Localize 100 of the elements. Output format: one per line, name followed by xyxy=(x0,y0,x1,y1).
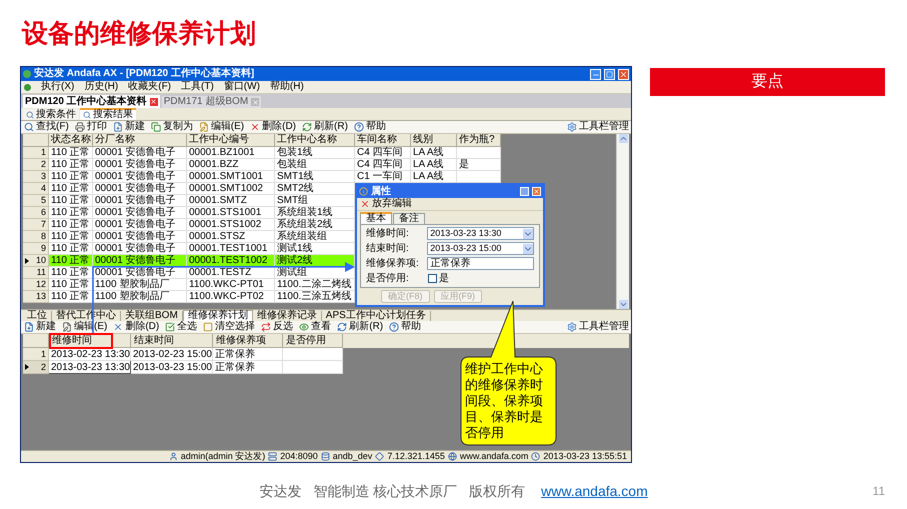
toolbar-button[interactable]: 查找(F) xyxy=(23,121,70,133)
toolbar-manager-button[interactable]: 工具栏管理 xyxy=(567,121,629,133)
column-header[interactable]: 作为瓶? xyxy=(457,134,501,147)
database-icon xyxy=(320,452,330,461)
settings-icon xyxy=(567,122,577,132)
row-number: 1 xyxy=(40,348,46,360)
search-tab[interactable]: 搜索结果 xyxy=(80,108,136,120)
menu-item[interactable]: 历史(H) xyxy=(84,81,118,93)
toolbar-button[interactable]: 删除(D) xyxy=(249,121,298,133)
row-header-cell[interactable]: 2 xyxy=(23,361,49,374)
toolbar-button[interactable]: 刷新(R) xyxy=(301,121,349,133)
status-text: andb_dev xyxy=(332,451,372,462)
discard-edit-button[interactable]: 放弃编辑 xyxy=(360,198,412,210)
scroll-up-icon[interactable] xyxy=(618,134,628,143)
toolbar-button[interactable]: 清空选择 xyxy=(202,321,256,333)
dialog-tab[interactable]: 备注 xyxy=(393,213,425,224)
table-row[interactable]: 3 110 正常 00001 安德鲁电子 00001.SMT1001 SMT1线 C1 一车间 LA A线 xyxy=(23,171,501,183)
table-cell: 1100 塑胶制品厂 xyxy=(93,291,187,303)
checked-box-icon xyxy=(165,322,176,332)
checkbox[interactable] xyxy=(428,274,437,283)
toolbar-button[interactable]: 新建 xyxy=(23,321,57,333)
scroll-down-icon[interactable] xyxy=(618,300,628,309)
table-cell xyxy=(283,361,343,374)
toolbar-button[interactable]: 帮助 xyxy=(352,121,387,133)
toolbar-button[interactable]: 编辑(E) xyxy=(198,121,246,133)
tab-close-icon[interactable] xyxy=(150,98,158,106)
user-icon xyxy=(168,452,178,461)
toolbar-button[interactable]: 全选 xyxy=(164,321,198,333)
header-cell xyxy=(23,334,49,348)
new-file-icon xyxy=(24,322,34,332)
scrollbar[interactable] xyxy=(616,134,629,309)
column-header[interactable]: 线别 xyxy=(411,134,457,147)
header-cell xyxy=(23,134,49,147)
close-button[interactable] xyxy=(532,187,541,196)
column-header[interactable]: 是否停用 xyxy=(283,334,343,348)
search-tab[interactable]: 搜索条件 xyxy=(23,109,79,120)
toolbar-button[interactable]: 反选 xyxy=(260,321,294,333)
menu-item[interactable]: 帮助(H) xyxy=(270,81,304,93)
menu-item[interactable]: 执行(X) xyxy=(41,81,74,93)
dialog-tab[interactable]: 基本 xyxy=(360,212,392,224)
toolbar-button[interactable]: 新建 xyxy=(112,121,146,133)
search-icon xyxy=(24,122,34,132)
table-row[interactable]: 1 110 正常 00001 安德鲁电子 00001.BZ1001 包装1线 C4 四车间 LA A线 xyxy=(23,147,501,159)
document-tab[interactable]: PDM171 超级BOM xyxy=(162,96,262,108)
new-file-icon xyxy=(112,122,123,132)
toolbar-button[interactable]: 打印 xyxy=(74,121,108,133)
menu-item[interactable]: 窗口(W) xyxy=(224,81,260,93)
row-number: 10 xyxy=(36,255,46,266)
eye-icon xyxy=(299,322,310,332)
close-icon xyxy=(252,98,259,106)
dropdown-icon[interactable] xyxy=(523,228,533,238)
minimize-button[interactable] xyxy=(590,68,601,80)
footer-link[interactable]: www.andafa.com xyxy=(541,482,648,500)
column-header[interactable]: 分厂名称 xyxy=(93,134,187,147)
toolbar-button[interactable]: 帮助 xyxy=(388,321,422,333)
status-text: admin(admin 安达发) xyxy=(180,451,266,462)
status-text: 204:8090 xyxy=(280,451,318,462)
table-cell: 2013-03-23 15:00 xyxy=(131,361,213,374)
input-field[interactable]: 正常保养 xyxy=(427,257,534,270)
edit-file-icon xyxy=(62,322,72,332)
row-number: 9 xyxy=(40,243,46,254)
menu-item[interactable]: 收藏夹(F) xyxy=(128,81,172,93)
row-number: 11 xyxy=(36,267,46,278)
close-button[interactable] xyxy=(618,68,629,80)
restore-button[interactable] xyxy=(604,68,615,80)
toolbar-button[interactable]: 删除(D) xyxy=(112,321,160,333)
detail-tab[interactable]: 维修保养计划 xyxy=(182,310,253,321)
column-header[interactable]: 状态名称 xyxy=(49,134,93,147)
toolbar-button[interactable]: 查看 xyxy=(298,321,332,333)
refresh-icon xyxy=(302,122,312,132)
column-header[interactable]: 工作中心名称 xyxy=(275,134,355,147)
table-row[interactable]: 2 110 正常 00001 安德鲁电子 00001.BZZ 包装组 C4 四车间 LA A线 是 xyxy=(23,159,501,171)
table-cell: 110 正常 xyxy=(49,291,93,303)
footer-text: 智能制造 核心技术原厂 xyxy=(313,482,458,500)
toolbar-button[interactable]: 刷新(R) xyxy=(336,321,384,333)
date-dropdown[interactable]: 2013-03-23 13:30 xyxy=(427,227,534,240)
footer-text: 安达发 xyxy=(259,482,302,500)
menu-item[interactable]: 工具(T) xyxy=(181,81,214,93)
refresh-icon xyxy=(337,322,348,332)
table-cell: 正常保养 xyxy=(213,348,283,361)
dropdown-icon[interactable] xyxy=(523,244,533,254)
column-header[interactable]: 维修保养项 xyxy=(213,334,283,348)
toolbar-manager-button[interactable]: 工具栏管理 xyxy=(567,321,629,333)
delete-icon xyxy=(360,199,370,209)
delete-icon xyxy=(250,122,260,132)
edit-file-icon xyxy=(198,122,209,132)
row-number: 13 xyxy=(36,291,46,302)
row-header-cell[interactable]: 1 xyxy=(23,348,49,361)
row-number: 1 xyxy=(40,147,46,158)
column-header[interactable]: 工作中心编号 xyxy=(187,134,275,147)
swap-icon xyxy=(261,322,272,332)
column-header[interactable]: 车间名称 xyxy=(355,134,411,147)
info-icon xyxy=(359,187,368,196)
date-dropdown[interactable]: 2013-03-23 15:00 xyxy=(427,242,534,255)
toolbar-button[interactable]: 复制为 xyxy=(150,121,194,133)
table-cell xyxy=(283,348,343,361)
status-text: 2013-03-23 13:55:51 xyxy=(543,451,627,462)
document-tab[interactable]: PDM120 工作中心基本资料 xyxy=(23,95,160,108)
column-header[interactable]: 结束时间 xyxy=(131,334,213,348)
search-icon xyxy=(26,110,34,118)
